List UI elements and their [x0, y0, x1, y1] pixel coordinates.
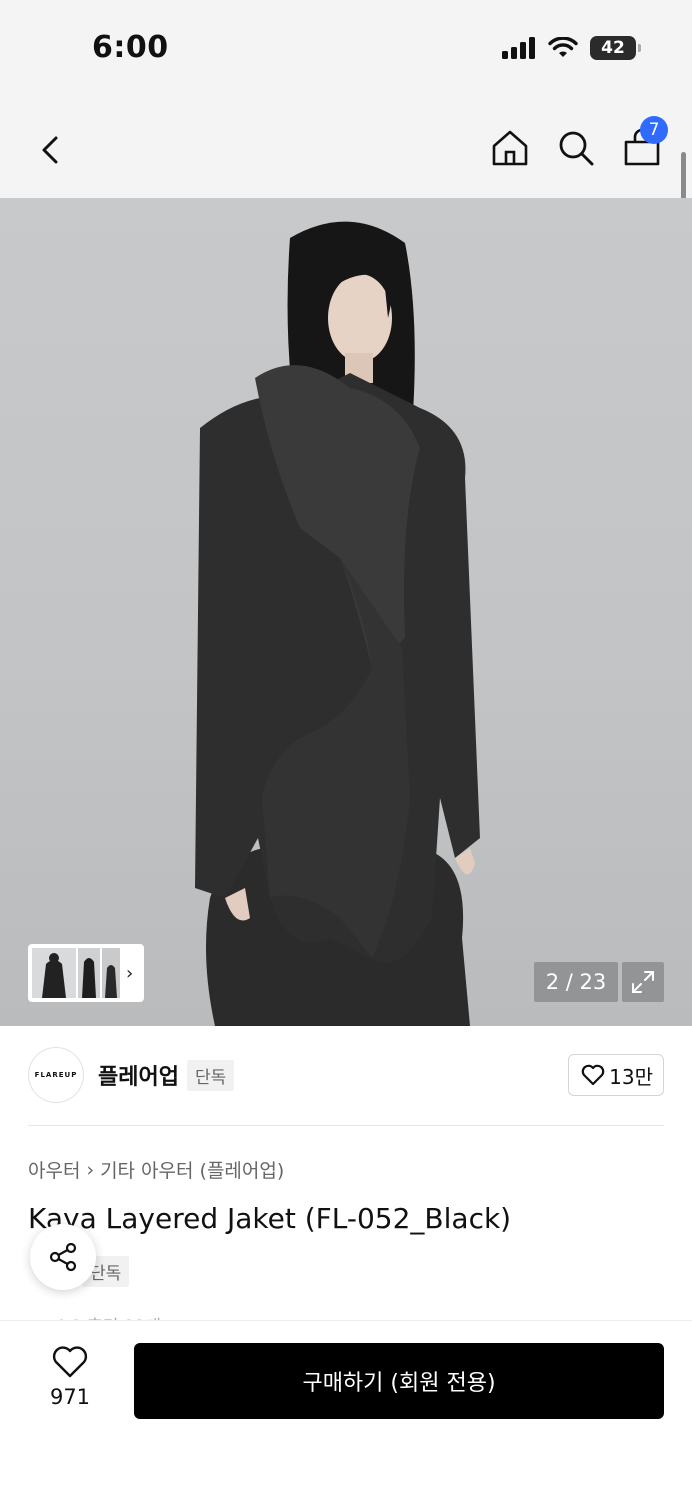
brand-logo[interactable]: FLAREUP: [28, 1047, 84, 1103]
breadcrumb: 아우터 › 기타 아우터 (플레어업): [28, 1156, 284, 1183]
nav-bar: 7: [0, 100, 692, 198]
buy-button[interactable]: 구매하기 (회원 전용): [134, 1343, 664, 1419]
status-bar: 6:00 42: [0, 0, 692, 100]
cart-button[interactable]: 7: [622, 116, 668, 168]
product-title: Kaya Layered Jaket (FL-052_Black): [28, 1202, 512, 1235]
section-divider: [28, 1125, 664, 1126]
status-icons: 42: [502, 36, 641, 60]
exclusive-badge: 단독: [186, 1059, 235, 1091]
brand-name[interactable]: 플레어업: [98, 1059, 179, 1091]
brand-row: FLAREUP 플레어업 단독 13만: [28, 1046, 664, 1104]
breadcrumb-item[interactable]: 기타 아우터 (플레어업): [100, 1156, 284, 1183]
bottom-action-bar: 971 구매하기 (회원 전용): [0, 1320, 692, 1500]
expand-icon: [632, 971, 654, 993]
share-button[interactable]: [30, 1224, 96, 1290]
brand-like-count: 13만: [609, 1064, 653, 1089]
breadcrumb-item[interactable]: 아우터: [28, 1156, 80, 1183]
back-arrow-icon[interactable]: [30, 130, 70, 170]
thumbnail-image[interactable]: [102, 948, 120, 998]
chevron-right-icon[interactable]: ›: [126, 963, 133, 984]
home-icon[interactable]: [490, 128, 530, 168]
heart-icon: [52, 1346, 88, 1378]
nav-actions: 7: [490, 116, 668, 168]
product-image-gallery[interactable]: › 2 / 23: [0, 198, 692, 1026]
expand-button[interactable]: [622, 962, 664, 1002]
chevron-right-icon: ›: [86, 1158, 95, 1181]
search-icon[interactable]: [556, 128, 596, 168]
thumbnail-image[interactable]: [78, 948, 100, 998]
share-icon: [49, 1242, 77, 1272]
thumbnail-strip[interactable]: ›: [28, 944, 144, 1002]
image-counter: 2 / 23: [534, 962, 618, 1002]
wishlist-count: 971: [49, 1385, 91, 1409]
thumbnail-image[interactable]: [32, 948, 76, 998]
wifi-icon: [548, 37, 578, 57]
battery-level: 42: [601, 38, 625, 58]
wishlist-button[interactable]: 971: [40, 1345, 100, 1409]
status-time: 6:00: [92, 30, 169, 65]
brand-like-button[interactable]: 13만: [568, 1054, 664, 1096]
cellular-signal-icon: [502, 37, 535, 59]
product-photo: [195, 221, 480, 1026]
battery-indicator: 42: [590, 36, 641, 60]
heart-icon: [581, 1064, 605, 1086]
cart-count-badge: 7: [640, 116, 668, 144]
